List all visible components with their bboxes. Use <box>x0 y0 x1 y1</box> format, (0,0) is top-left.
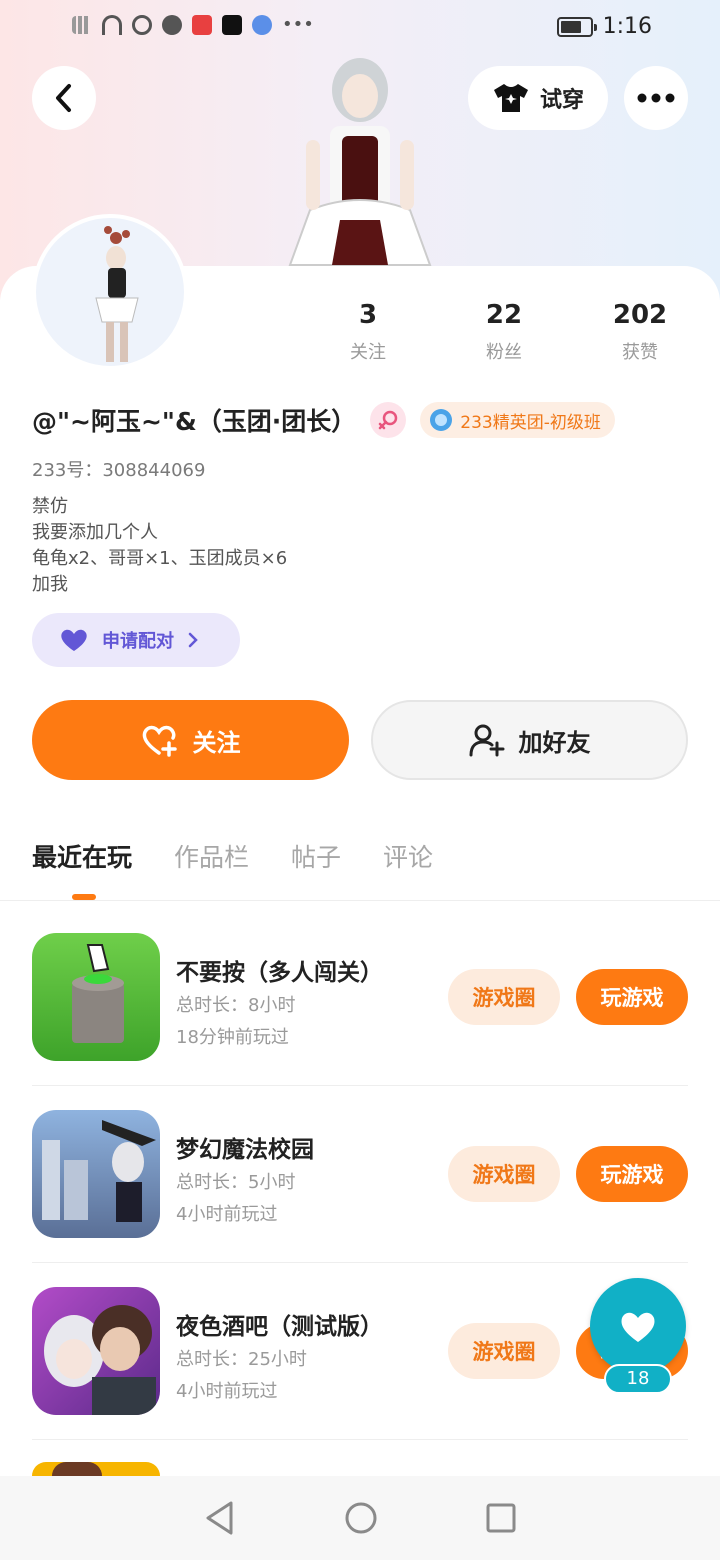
play-game-button[interactable]: 玩游戏 <box>576 1146 688 1202</box>
game-title: 夜色酒吧（测试版） <box>176 1314 383 1340</box>
game-duration: 总时长：25小时 <box>176 1349 307 1370</box>
add-user-icon <box>469 724 504 757</box>
tiktok-icon <box>222 14 242 35</box>
gender-female-icon <box>370 402 407 438</box>
status-bar: ••• 1:16 <box>0 0 720 56</box>
stat-following[interactable]: 3 关注 <box>300 300 436 364</box>
avatar-figure <box>95 226 139 362</box>
nav-recents-icon[interactable] <box>485 1502 517 1534</box>
stat-fans[interactable]: 22 粉丝 <box>436 300 572 364</box>
tab-recently-played[interactable]: 最近在玩 <box>32 838 132 874</box>
music-icon <box>252 14 272 35</box>
chevron-right-icon <box>188 632 198 648</box>
game-item[interactable]: 夜色酒吧（测试版） 总时长：25小时 4小时前玩过 游戏圈 玩游戏 <box>32 1287 688 1417</box>
bio: 禁仿 我要添加几个人 龟龟x2、哥哥×1、玉团成员×6 加我 <box>32 496 288 595</box>
more-options-button[interactable] <box>624 66 688 130</box>
tshirt-icon <box>493 84 528 112</box>
list-divider <box>32 1262 688 1263</box>
medal-icon <box>430 409 453 431</box>
character-3d-avatar <box>288 58 432 266</box>
tab-comments[interactable]: 评论 <box>383 838 433 874</box>
nav-home-icon[interactable] <box>344 1501 378 1535</box>
more-notifications-icon: ••• <box>282 14 314 35</box>
game-icon <box>32 933 160 1061</box>
avatar[interactable] <box>32 214 188 370</box>
battery-icon <box>556 16 597 37</box>
heart-icon <box>621 1312 655 1342</box>
clock: 1:16 <box>602 14 652 39</box>
game-circle-button[interactable]: 游戏圈 <box>448 1146 560 1202</box>
profile-stats: 3 关注 22 粉丝 202 获赞 <box>300 300 720 364</box>
game-last-played: 4小时前玩过 <box>176 1381 278 1402</box>
game-item[interactable]: 不要按（多人闯关） 总时长：8小时 18分钟前玩过 游戏圈 玩游戏 <box>32 933 688 1063</box>
game-circle-button[interactable]: 游戏圈 <box>448 1323 560 1379</box>
game-icon <box>32 1287 160 1415</box>
list-divider <box>32 1439 688 1440</box>
back-button[interactable] <box>32 66 96 130</box>
add-friend-button[interactable]: 加好友 <box>371 700 688 780</box>
tabs-divider <box>0 900 720 901</box>
wifi-icon <box>102 14 122 35</box>
system-nav-bar <box>0 1476 720 1560</box>
play-game-button[interactable]: 玩游戏 <box>576 969 688 1025</box>
game-title: 梦幻魔法校园 <box>176 1137 314 1163</box>
game-last-played: 18分钟前玩过 <box>176 1027 289 1048</box>
wechat-icon <box>162 14 182 35</box>
follow-button[interactable]: 关注 <box>32 700 349 780</box>
team-badge[interactable]: 233精英团-初级班 <box>420 402 615 438</box>
stat-likes[interactable]: 202 获赞 <box>572 300 708 364</box>
tab-posts[interactable]: 帖子 <box>291 838 341 874</box>
tab-works[interactable]: 作品栏 <box>174 838 249 874</box>
heart-plus-icon <box>142 725 177 757</box>
username: @"~阿玉~"&（玉团·团长） <box>32 407 357 436</box>
nav-back-icon[interactable] <box>203 1500 237 1536</box>
game-icon <box>32 1462 160 1476</box>
heart-icon <box>61 629 87 651</box>
apply-pair-button[interactable]: 申请配对 <box>32 613 240 667</box>
game-duration: 总时长：5小时 <box>176 1172 296 1193</box>
profile-tabs: 最近在玩 作品栏 帖子 评论 <box>32 838 433 900</box>
like-floating-button[interactable] <box>590 1278 686 1374</box>
like-count-badge: 18 <box>604 1364 672 1394</box>
sync-icon <box>132 14 152 35</box>
game-title: 不要按（多人闯关） <box>176 960 383 986</box>
game-icon <box>32 1110 160 1238</box>
try-on-button[interactable]: 试穿 <box>468 66 608 130</box>
user-id: 233号：308844069 <box>32 460 206 481</box>
game-item[interactable]: 梦幻魔法校园 总时长：5小时 4小时前玩过 游戏圈 玩游戏 <box>32 1110 688 1240</box>
more-horizontal-icon <box>637 93 675 103</box>
list-divider <box>32 1085 688 1086</box>
app-notification-icon <box>192 14 212 35</box>
game-duration: 总时长：8小时 <box>176 995 296 1016</box>
game-circle-button[interactable]: 游戏圈 <box>448 969 560 1025</box>
name-row: @"~阿玉~"&（玉团·团长） 233精英团-初级班 <box>32 402 615 438</box>
game-last-played: 4小时前玩过 <box>176 1204 278 1225</box>
chevron-left-icon <box>56 84 71 112</box>
signal-icon <box>72 15 92 34</box>
try-on-label: 试穿 <box>539 88 584 113</box>
